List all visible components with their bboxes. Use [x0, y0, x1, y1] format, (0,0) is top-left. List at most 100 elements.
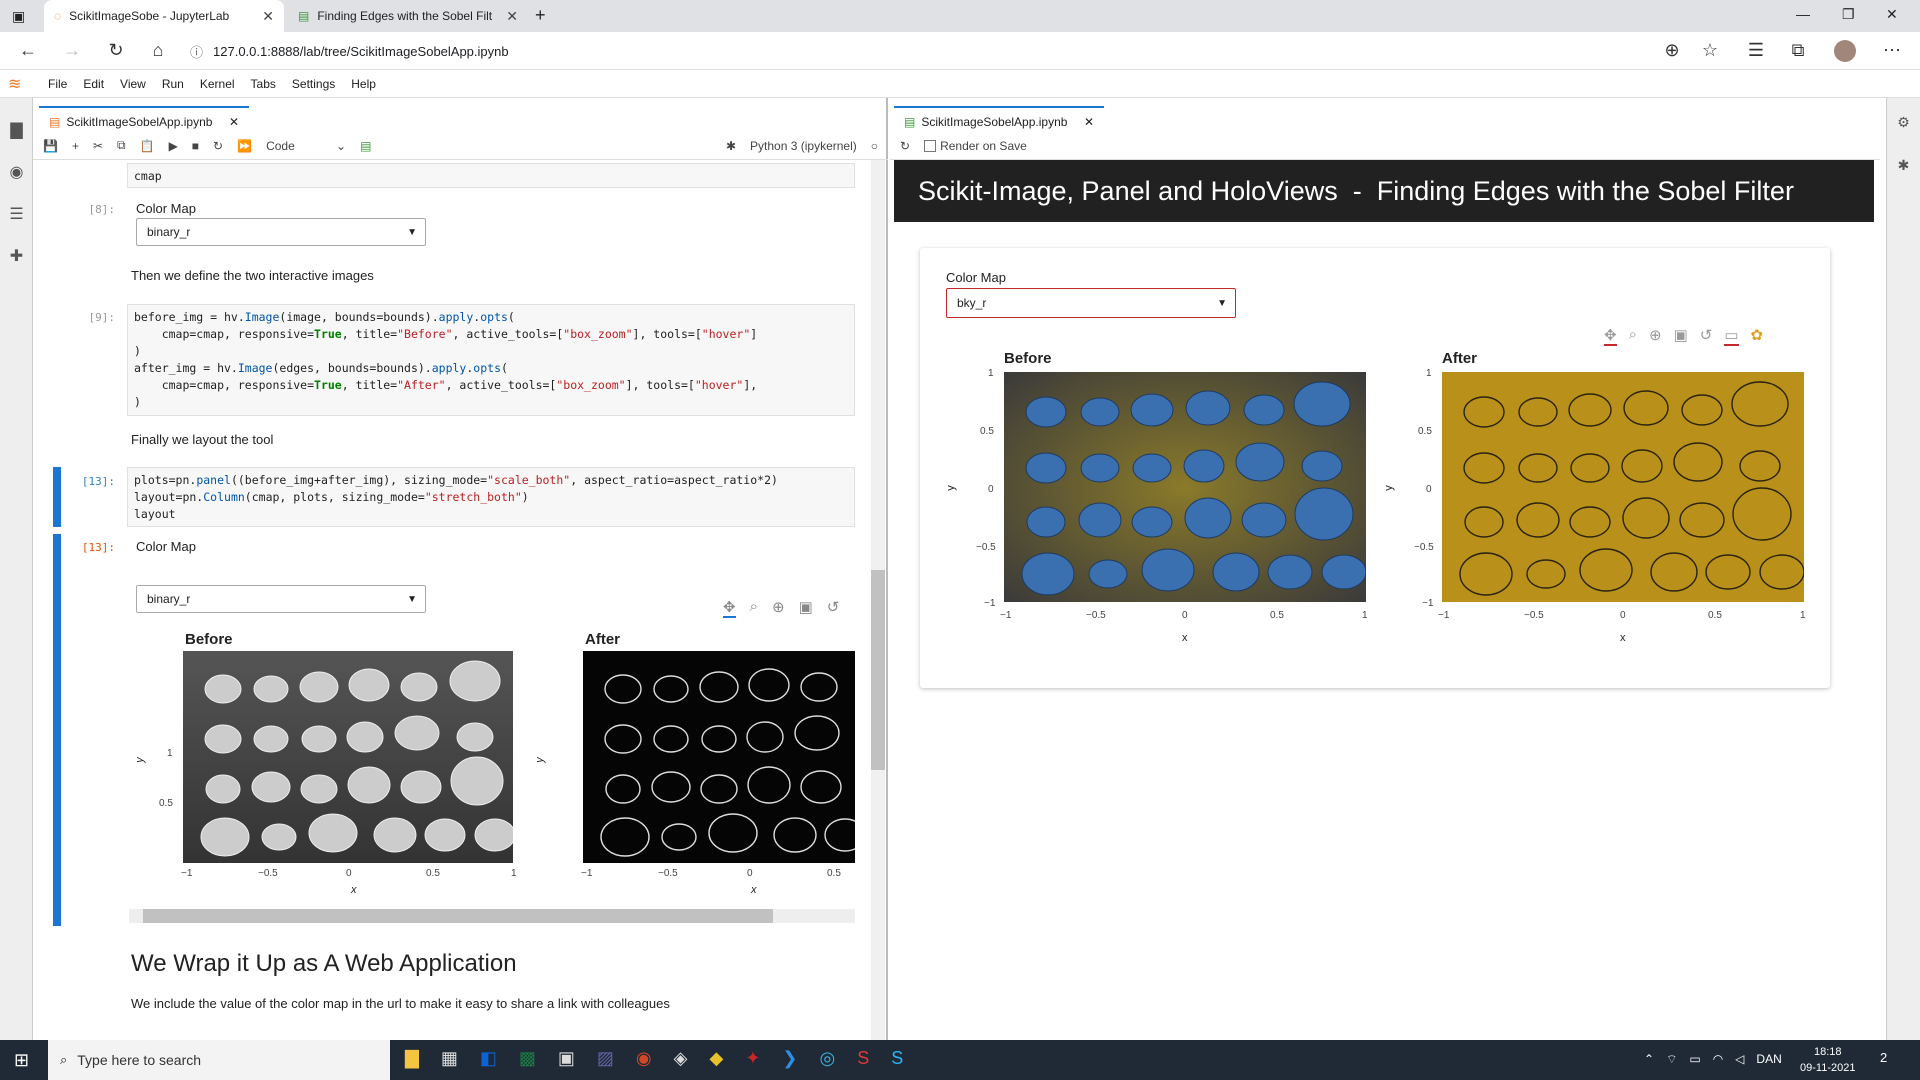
- debugger-icon[interactable]: ✱: [1887, 157, 1920, 174]
- close-tab-icon[interactable]: ✕: [262, 8, 274, 25]
- extensions-icon[interactable]: ✚: [0, 246, 33, 266]
- preview-icon[interactable]: ▤: [360, 139, 371, 153]
- app-s-icon[interactable]: S: [857, 1048, 869, 1069]
- restart-icon[interactable]: ↻: [213, 139, 223, 153]
- copy-icon[interactable]: ⧉: [117, 138, 126, 153]
- reload-icon[interactable]: ↻: [900, 139, 910, 153]
- browser-tab-jupyterlab[interactable]: ◌ ScikitImageSobe - JupyterLab ✕: [44, 0, 284, 32]
- tray-chevron-icon[interactable]: ⌃: [1644, 1052, 1654, 1067]
- menu-file[interactable]: File: [40, 77, 75, 91]
- menu-view[interactable]: View: [112, 77, 154, 91]
- app-icon[interactable]: ◆: [709, 1048, 723, 1069]
- favorite-icon[interactable]: ☆: [1698, 40, 1722, 61]
- menu-settings[interactable]: Settings: [284, 77, 343, 91]
- volume-icon[interactable]: ◁: [1735, 1052, 1744, 1067]
- fast-forward-icon[interactable]: ⏩: [237, 139, 252, 153]
- menu-tabs[interactable]: Tabs: [243, 77, 284, 91]
- back-icon[interactable]: ←: [16, 40, 40, 61]
- browser-tab-sobel[interactable]: ▤ Finding Edges with the Sobel Filt ✕: [288, 0, 528, 32]
- toc-icon[interactable]: ☰: [0, 204, 33, 224]
- minimize-icon[interactable]: —: [1796, 6, 1810, 22]
- before-image[interactable]: [1004, 372, 1366, 602]
- file-explorer-icon[interactable]: ▇: [405, 1048, 419, 1069]
- before-image[interactable]: [183, 651, 513, 863]
- clock[interactable]: 18:18 09-11-2021: [1800, 1044, 1855, 1076]
- home-icon[interactable]: ⌂: [146, 40, 170, 61]
- language-indicator[interactable]: DAN: [1756, 1052, 1781, 1067]
- new-tab-icon[interactable]: +: [535, 5, 546, 26]
- bokeh-logo-icon[interactable]: ✿: [1751, 326, 1764, 346]
- outlook-icon[interactable]: ◧: [480, 1048, 497, 1069]
- teams-icon[interactable]: ▨: [597, 1048, 614, 1069]
- reset-icon[interactable]: ↺: [827, 598, 840, 618]
- avatar[interactable]: [1834, 40, 1856, 62]
- powerpoint-icon[interactable]: ◉: [636, 1048, 652, 1069]
- menu-kernel[interactable]: Kernel: [192, 77, 243, 91]
- battery-icon[interactable]: ▭: [1689, 1052, 1700, 1067]
- pan-icon[interactable]: ✥: [1604, 326, 1617, 346]
- color-map-select[interactable]: bky_r ▼: [946, 288, 1236, 318]
- notebook-scrollbar[interactable]: [871, 160, 885, 1040]
- add-cell-icon[interactable]: +: [72, 139, 79, 153]
- box-zoom-icon[interactable]: ⌕: [750, 598, 758, 618]
- after-image[interactable]: [583, 651, 855, 863]
- color-map-select[interactable]: binary_r ▼: [136, 218, 426, 246]
- wheel-zoom-icon[interactable]: ⊕: [1649, 326, 1662, 346]
- close-window-icon[interactable]: ✕: [1886, 6, 1898, 23]
- app-icon[interactable]: ▣: [558, 1048, 575, 1069]
- reset-icon[interactable]: ↺: [1700, 326, 1713, 346]
- collections-icon[interactable]: ⧉: [1786, 40, 1810, 61]
- cut-icon[interactable]: ✂: [93, 139, 103, 153]
- color-map-select[interactable]: binary_r ▼: [136, 585, 426, 613]
- tab-actions-icon[interactable]: ▣: [12, 8, 25, 25]
- kernel-name[interactable]: Python 3 (ipykernel): [750, 139, 857, 153]
- hover-icon[interactable]: ▭: [1724, 326, 1739, 346]
- restore-icon[interactable]: ❐: [1842, 6, 1855, 23]
- excel-icon[interactable]: ▩: [519, 1048, 536, 1069]
- vscode-icon[interactable]: ❯: [782, 1048, 797, 1069]
- app-icon[interactable]: ✦: [745, 1048, 760, 1069]
- save-plot-icon[interactable]: ▣: [799, 598, 813, 618]
- cell-type-select[interactable]: Code ⌄: [266, 139, 346, 153]
- notifications-icon[interactable]: 2: [1880, 1050, 1887, 1065]
- after-image[interactable]: [1442, 372, 1804, 602]
- menu-edit[interactable]: Edit: [75, 77, 112, 91]
- store-icon[interactable]: ▦: [441, 1048, 458, 1069]
- app-icon[interactable]: ◈: [674, 1048, 688, 1069]
- windows-start-icon[interactable]: ⊞: [14, 1050, 29, 1071]
- search-box[interactable]: ⌕ Type here to search: [48, 1040, 390, 1080]
- output-horizontal-scrollbar[interactable]: [129, 909, 855, 923]
- wifi-icon[interactable]: ◠: [1713, 1052, 1723, 1067]
- reload-icon[interactable]: ↻: [104, 40, 128, 61]
- close-tab-icon[interactable]: ✕: [229, 115, 239, 129]
- code-cell-top[interactable]: cmap: [127, 163, 855, 188]
- run-icon[interactable]: ▶: [169, 139, 178, 153]
- url-field[interactable]: ⓘ 127.0.0.1:8888/lab/tree/ScikitImageSob…: [190, 37, 1660, 65]
- paste-icon[interactable]: 📋: [140, 139, 155, 153]
- favorites-icon[interactable]: ☰: [1744, 40, 1768, 61]
- network-icon[interactable]: ⌔: [1666, 1052, 1677, 1067]
- pan-icon[interactable]: ✥: [723, 598, 736, 618]
- save-plot-icon[interactable]: ▣: [1674, 326, 1688, 346]
- edge-icon[interactable]: ◎: [820, 1048, 836, 1069]
- property-inspector-icon[interactable]: ⚙: [1887, 114, 1920, 131]
- code-cell-9[interactable]: before_img = hv.Image(image, bounds=boun…: [127, 304, 855, 416]
- app-s2-icon[interactable]: S: [891, 1048, 903, 1069]
- more-icon[interactable]: ⋯: [1880, 40, 1904, 61]
- close-tab-icon[interactable]: ✕: [1084, 115, 1094, 129]
- render-on-save-checkbox[interactable]: [924, 139, 937, 152]
- stop-icon[interactable]: ■: [192, 139, 199, 153]
- close-tab-icon[interactable]: ✕: [506, 8, 518, 25]
- save-icon[interactable]: 💾: [43, 139, 58, 153]
- code-cell-13[interactable]: plots=pn.panel((before_img+after_img), s…: [127, 467, 855, 527]
- menu-help[interactable]: Help: [343, 77, 384, 91]
- notebook-pane: ▤ ScikitImageSobelApp.ipynb ✕ 💾 + ✂ ⧉ 📋 …: [33, 98, 888, 1040]
- forward-icon[interactable]: →: [60, 40, 84, 61]
- wheel-zoom-icon[interactable]: ⊕: [772, 598, 785, 618]
- running-icon[interactable]: ◉: [0, 162, 33, 182]
- bug-icon[interactable]: ✱: [726, 139, 736, 153]
- folder-icon[interactable]: ▇: [0, 120, 33, 140]
- zoom-icon[interactable]: ⊕: [1660, 40, 1684, 61]
- menu-run[interactable]: Run: [154, 77, 192, 91]
- box-zoom-icon[interactable]: ⌕: [1629, 326, 1637, 346]
